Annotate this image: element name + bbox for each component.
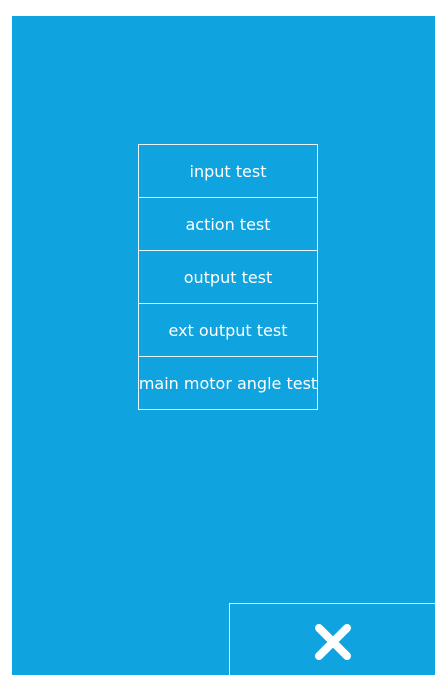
ext-output-test-button[interactable]: ext output test <box>138 303 318 357</box>
input-test-button[interactable]: input test <box>138 144 318 198</box>
main-motor-angle-test-button[interactable]: main motor angle test <box>138 356 318 410</box>
close-button[interactable] <box>229 603 435 675</box>
ext-output-test-label: ext output test <box>168 320 288 340</box>
action-test-label: action test <box>185 214 271 234</box>
output-test-button[interactable]: output test <box>138 250 318 304</box>
action-test-button[interactable]: action test <box>138 197 318 251</box>
input-test-label: input test <box>189 161 267 181</box>
close-icon <box>314 623 351 660</box>
test-menu: input test action test output test ext o… <box>138 144 318 410</box>
main-motor-angle-test-label: main motor angle test <box>138 373 318 393</box>
device-frame: input test action test output test ext o… <box>0 0 435 675</box>
test-menu-screen: input test action test output test ext o… <box>12 16 435 675</box>
output-test-label: output test <box>183 267 273 287</box>
